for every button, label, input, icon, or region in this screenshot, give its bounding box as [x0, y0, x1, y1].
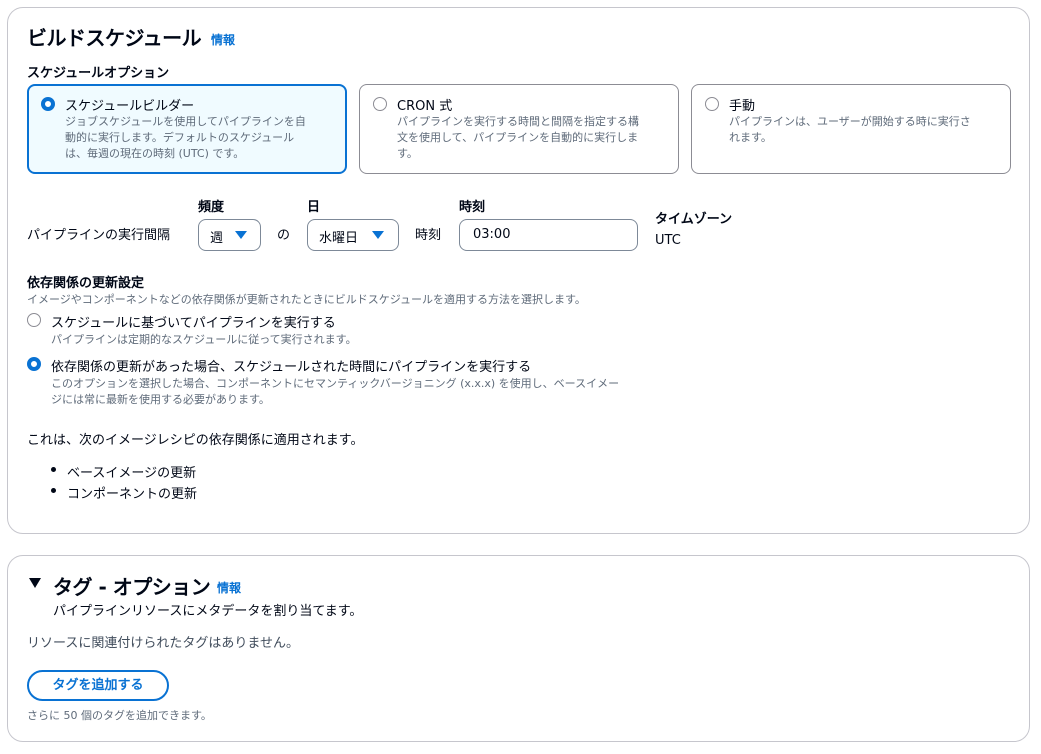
bullet-dot [51, 488, 56, 493]
frequency-select[interactable]: 週 [198, 219, 261, 251]
tile-desc-line: は、毎週の現在の時刻 (UTC) です。 [65, 147, 245, 160]
radio-manual[interactable] [705, 97, 719, 111]
tile-desc-line: れます。 [729, 131, 772, 144]
tile-schedule-builder[interactable]: スケジュールビルダー ジョブスケジュールを使用してパイプラインを自 動的に実行し… [27, 84, 347, 174]
radio-schedule-builder[interactable] [41, 97, 55, 111]
tile-desc-line: す。 [397, 147, 418, 160]
tile-desc-line: ジョブスケジュールを使用してパイプラインを自 [65, 115, 306, 128]
tags-subtitle: パイプラインリソースにメタデータを割り当てます。 [53, 604, 363, 619]
applies-text: これは、次のイメージレシピの依存関係に適用されます。 [27, 433, 364, 448]
option-run-on-dependency-update-label[interactable]: 依存関係の更新があった場合、スケジュールされた時間にパイプラインを実行する [51, 356, 531, 375]
radio-cron-expression[interactable] [373, 97, 387, 111]
time-label: 時刻 [459, 200, 486, 215]
radio-run-on-dependency-update[interactable] [27, 357, 41, 371]
tile-desc-line: 文を使用して、パイプラインを自動的に実行しま [397, 131, 639, 144]
tile-title: CRON 式 [397, 99, 453, 114]
tags-title[interactable]: タグ - オプション [53, 571, 211, 600]
tile-desc-line: パイプラインは、ユーザーが開始する時に実行さ [729, 115, 971, 128]
option-run-on-schedule-label[interactable]: スケジュールに基づいてパイプラインを実行する [51, 312, 336, 331]
timezone-value: UTC [655, 233, 681, 248]
day-value: 水曜日 [319, 231, 359, 246]
day-label: 日 [307, 200, 321, 215]
caret-down-icon [372, 231, 384, 239]
time-suffix: 時刻 [415, 228, 442, 243]
tile-desc-line: パイプラインを実行する時間と間隔を指定する構 [397, 115, 639, 128]
frequency-label: 頻度 [198, 200, 225, 215]
day-select[interactable]: 水曜日 [307, 219, 399, 251]
tags-limit-text: さらに 50 個のタグを追加できます。 [27, 709, 212, 722]
timezone-label: タイムゾーン [655, 212, 733, 227]
time-value: 03:00 [473, 227, 511, 242]
tile-cron-expression[interactable]: CRON 式 パイプラインを実行する時間と間隔を指定する構 文を使用して、パイプ… [359, 84, 679, 174]
bullet-item: コンポーネントの更新 [67, 487, 198, 502]
radio-run-on-schedule[interactable] [27, 313, 41, 327]
option-run-on-dependency-update-desc: このオプションを選択した場合、コンポーネントにセマンティックバージョニング (x… [51, 377, 620, 390]
interval-label: パイプラインの実行間隔 [27, 228, 171, 243]
tags-empty-text: リソースに関連付けられたタグはありません。 [27, 636, 299, 651]
bullet-dot [51, 467, 56, 472]
schedule-options-label: スケジュールオプション [27, 66, 170, 81]
tile-title: 手動 [729, 99, 756, 114]
caret-down-icon [235, 231, 247, 239]
build-schedule-info-link[interactable]: 情報 [211, 31, 235, 48]
tile-desc-line: 動的に実行します。デフォルトのスケジュール [65, 131, 295, 144]
build-schedule-title: ビルドスケジュール [27, 26, 202, 50]
option-run-on-schedule-desc: パイプラインは定期的なスケジュールに従って実行されます。 [51, 333, 357, 346]
bullet-item: ベースイメージの更新 [67, 466, 197, 481]
tile-title: スケジュールビルダー [65, 99, 195, 114]
tags-info-link[interactable]: 情報 [217, 579, 241, 596]
dependency-desc: イメージやコンポーネントなどの依存関係が更新されたときにビルドスケジュールを適用… [27, 293, 586, 306]
of-text: の [277, 228, 291, 243]
dependency-title: 依存関係の更新設定 [27, 276, 145, 291]
frequency-value: 週 [210, 231, 224, 246]
tile-manual[interactable]: 手動 パイプラインは、ユーザーが開始する時に実行さ れます。 [691, 84, 1011, 174]
caret-expanded-icon[interactable] [29, 578, 41, 588]
time-input[interactable]: 03:00 [459, 219, 638, 251]
add-tag-button[interactable]: タグを追加する [27, 670, 169, 701]
option-run-on-dependency-update-desc: ジには常に最新を使用する必要があります。 [51, 393, 270, 406]
